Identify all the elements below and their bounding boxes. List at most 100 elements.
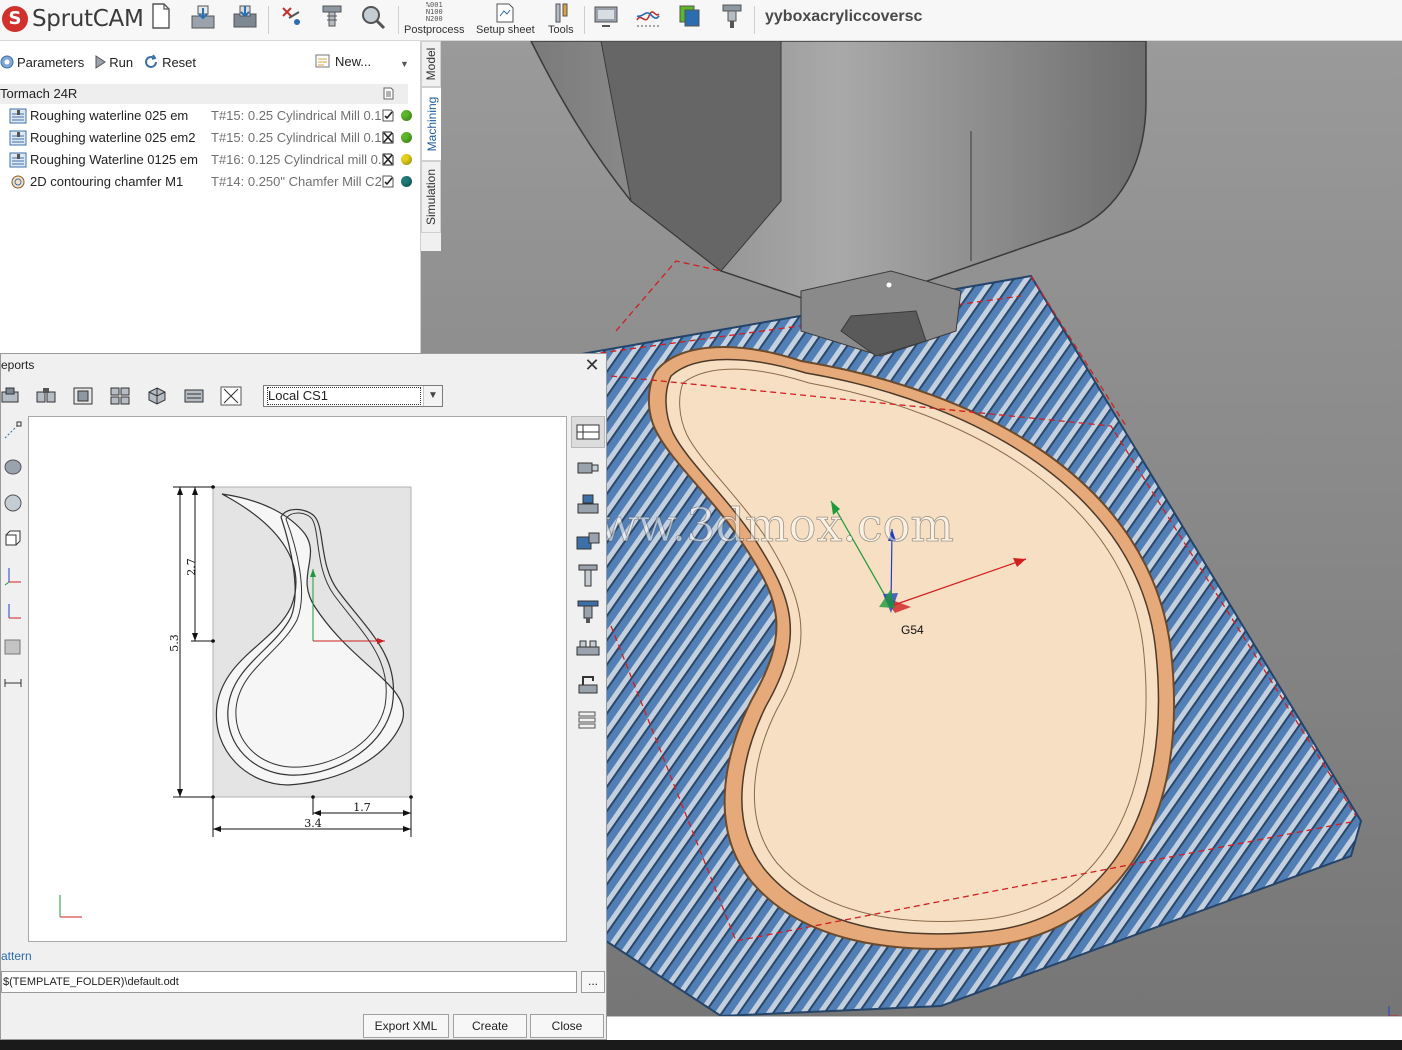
reset-button[interactable]: Reset <box>143 54 196 70</box>
tools-button[interactable]: Tools <box>548 2 574 36</box>
disabled-checkbox-icon[interactable] <box>382 153 394 166</box>
axes2d-tool-button[interactable] <box>1 596 25 626</box>
operation-name: Roughing Waterline 0125 em <box>30 152 198 167</box>
drawing-preview[interactable]: 2.7 5.3 1.7 3.4 <box>28 416 567 942</box>
parameters-button[interactable]: Parameters <box>0 55 84 70</box>
view-grid-button[interactable] <box>107 384 133 408</box>
coordinate-system-value: Local CS1 <box>267 387 421 405</box>
checked-checkbox-icon[interactable] <box>382 175 394 188</box>
view-iso-button[interactable] <box>144 384 170 408</box>
layers-button[interactable] <box>676 2 704 30</box>
axes-2d-icon <box>8 604 21 619</box>
status-indicator-icon <box>401 132 412 143</box>
toolbar-separator <box>398 6 399 34</box>
sphere-tool-button[interactable] <box>1 488 25 518</box>
dimension-label: 3.4 <box>304 817 322 830</box>
axes-tool-button[interactable] <box>1 560 25 590</box>
axes-icon <box>4 568 21 586</box>
browse-template-button[interactable]: ... <box>581 971 605 993</box>
view-tools-column <box>571 416 605 796</box>
part-top-view-icon <box>73 387 93 405</box>
new-project-button[interactable] <box>150 2 172 30</box>
operation-tool: T#14: 0.250" Chamfer Mill C2 <box>211 174 381 189</box>
inspect-tool-button[interactable] <box>359 2 387 30</box>
vise-view-button[interactable] <box>571 632 605 664</box>
fixture-tool-button[interactable] <box>319 2 345 30</box>
box-tool-button[interactable] <box>1 524 25 554</box>
dialog-close-button[interactable]: ✕ <box>581 354 603 376</box>
new-operation-button[interactable]: New... <box>314 53 371 69</box>
operation-row[interactable]: Roughing waterline 025 em2 T#15: 0.25 Cy… <box>0 127 420 149</box>
machine-view-button[interactable] <box>592 2 620 30</box>
operation-row[interactable]: 2D contouring chamfer M1 T#14: 0.250" Ch… <box>0 171 420 193</box>
document-icon[interactable] <box>383 87 394 100</box>
stacked-view-button[interactable] <box>571 488 605 520</box>
operation-row[interactable]: Roughing Waterline 0125 em T#16: 0.125 C… <box>0 149 420 171</box>
list-view-button[interactable] <box>571 704 605 736</box>
save-icon <box>233 5 257 28</box>
pattern-label: attern <box>1 949 32 963</box>
app-name: SprutCAM <box>32 6 144 32</box>
tool-holder-button[interactable] <box>720 2 744 30</box>
open-project-button[interactable] <box>190 2 216 30</box>
open-file-icon <box>191 5 215 29</box>
setup-sheet-button[interactable]: Setup sheet <box>476 2 535 36</box>
operations-list: Roughing waterline 025 em T#15: 0.25 Cyl… <box>0 105 420 193</box>
tab-simulation[interactable]: Simulation <box>421 161 441 233</box>
operation-row[interactable]: Roughing waterline 025 em T#15: 0.25 Cyl… <box>0 105 420 127</box>
detail-view-icon <box>184 389 204 403</box>
template-path-input[interactable]: $(TEMPLATE_FOLDER)\default.odt <box>1 971 577 993</box>
toolbar-separator <box>584 6 585 34</box>
view-top-button[interactable] <box>70 384 96 408</box>
export-xml-button[interactable]: Export XML <box>363 1014 449 1038</box>
machine-monitor-icon <box>594 6 618 27</box>
view-front-button[interactable] <box>0 384 23 408</box>
dialog-title: eports <box>1 358 35 372</box>
dimension-label: 2.7 <box>185 558 198 576</box>
reset-label: Reset <box>162 54 197 70</box>
coordinate-system-label: G54 <box>901 623 924 637</box>
tab-machining-label: Machining <box>424 96 439 152</box>
new-file-icon <box>152 3 170 29</box>
section-view-button[interactable] <box>571 416 605 448</box>
projection-view-button[interactable] <box>571 452 605 484</box>
part-side-view-icon <box>36 388 56 403</box>
checked-checkbox-icon[interactable] <box>382 109 394 122</box>
tool-view-button[interactable] <box>571 560 605 592</box>
fixture-view-button[interactable] <box>571 668 605 700</box>
holder-view-button[interactable] <box>571 596 605 628</box>
machine-node[interactable]: Tormach 24R <box>0 84 408 104</box>
setup-sheet-icon <box>496 3 514 23</box>
new-operation-dropdown-icon[interactable]: ▼ <box>400 59 409 69</box>
magnet-tool-button[interactable] <box>277 2 305 30</box>
rectangle-tool-button[interactable] <box>1 632 25 662</box>
postprocess-button[interactable]: %001 N100 N200 Postprocess <box>404 2 465 37</box>
status-indicator-icon <box>401 154 412 165</box>
create-button[interactable]: Create <box>453 1014 527 1038</box>
toolbar-separator <box>268 6 269 34</box>
close-button[interactable]: Close <box>530 1014 604 1038</box>
tools-icon <box>555 3 568 23</box>
save-project-button[interactable] <box>231 2 259 30</box>
disabled-checkbox-icon[interactable] <box>382 131 394 144</box>
run-label: Run <box>109 54 134 70</box>
view-side-button[interactable] <box>33 384 59 408</box>
project-title: yyboxacryliccoversc <box>765 8 923 25</box>
parameters-icon <box>0 55 14 69</box>
tab-machining[interactable]: Machining <box>421 87 441 161</box>
tab-model[interactable]: Model <box>421 41 441 87</box>
part-view-icon <box>1 387 19 403</box>
machine-setup-button[interactable] <box>571 524 605 556</box>
coordinate-system-select[interactable]: Local CS1 ▼ <box>263 385 443 407</box>
toolpath-graph-button[interactable] <box>634 2 662 30</box>
linear-dimension-tool-button[interactable] <box>1 668 25 698</box>
cylinder-tool-button[interactable] <box>1 452 25 482</box>
view-detail-button[interactable] <box>181 384 207 408</box>
tool-holder-icon <box>722 4 742 28</box>
dimension-label: 1.7 <box>353 801 371 814</box>
dimension-tool-button[interactable] <box>1 416 25 446</box>
cylinder-icon <box>4 459 22 475</box>
waterline-operation-icon <box>9 108 27 124</box>
delete-view-button[interactable] <box>218 384 244 408</box>
run-button[interactable]: Run <box>94 55 133 70</box>
